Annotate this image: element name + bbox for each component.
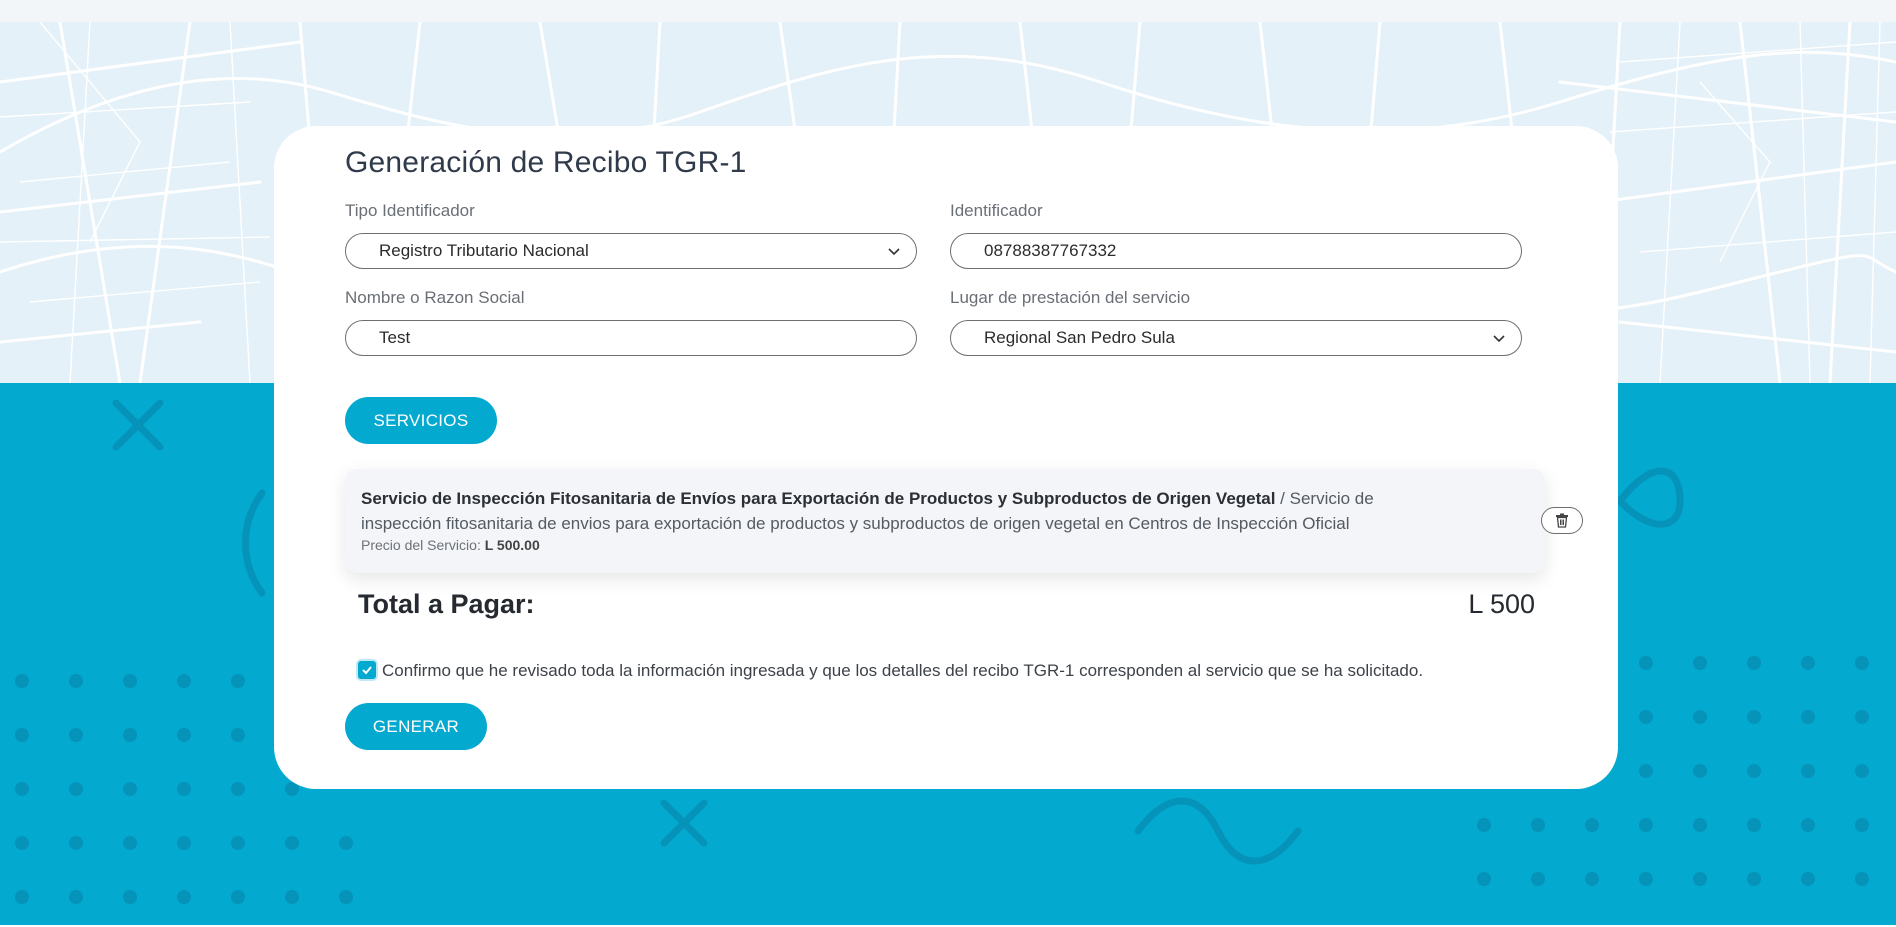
lugar-select[interactable]: Regional San Pedro Sula [950,320,1522,356]
chevron-down-icon [888,248,900,256]
servicios-button[interactable]: SERVICIOS [345,397,497,444]
identificador-value: 08788387767332 [984,241,1117,260]
service-name: Servicio de Inspección Fitosanitaria de … [361,489,1276,508]
nombre-value: Test [379,328,411,347]
service-item: Servicio de Inspección Fitosanitaria de … [345,469,1583,573]
tipo-identificador-select[interactable]: Registro Tributario Nacional [345,233,917,269]
service-price-label: Precio del Servicio: [361,537,485,553]
service-description: Servicio de Inspección Fitosanitaria de … [361,486,1451,536]
lugar-label: Lugar de prestación del servicio [950,288,1191,307]
confirm-checkbox[interactable] [358,661,376,679]
lugar-value: Regional San Pedro Sula [984,328,1175,347]
generar-button[interactable]: GENERAR [345,703,487,750]
total-value: L 500 [1468,589,1535,619]
chevron-down-icon [1493,335,1505,343]
service-separator: / [1275,489,1290,508]
tipo-identificador-label: Tipo Identificador [345,201,475,220]
service-price: Precio del Servicio: L 500.00 [361,537,540,553]
check-icon [362,666,372,675]
total-label: Total a Pagar: [358,589,535,619]
page-title: Generación de Recibo TGR-1 [345,146,747,179]
receipt-card: Generación de Recibo TGR-1 Tipo Identifi… [274,126,1618,789]
delete-service-button[interactable] [1541,507,1583,534]
identificador-label: Identificador [950,201,1043,220]
nombre-input[interactable]: Test [345,320,917,356]
trash-icon [1556,513,1568,528]
service-price-value: L 500.00 [484,537,540,553]
nombre-label: Nombre o Razon Social [345,288,525,307]
confirm-text: Confirmo que he revisado toda la informa… [382,661,1424,680]
identificador-input[interactable]: 08788387767332 [950,233,1522,269]
tipo-identificador-value: Registro Tributario Nacional [379,241,589,260]
top-strip [0,0,1896,22]
